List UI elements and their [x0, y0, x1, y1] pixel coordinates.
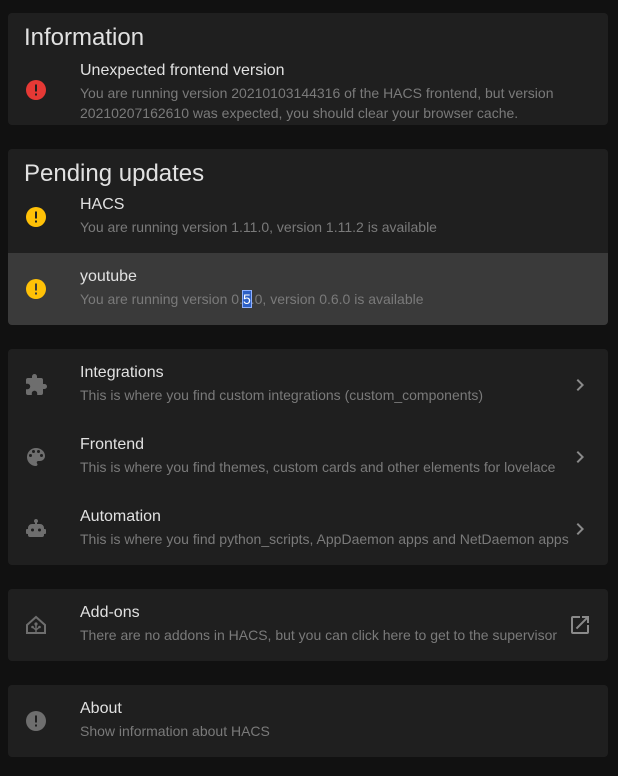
- description-text: You are running version 0.: [80, 291, 243, 307]
- notice-description: You are running version 20210103144316 o…: [80, 85, 554, 121]
- notice-title: Unexpected frontend version: [80, 62, 285, 79]
- pending-item-youtube[interactable]: youtube You are running version 0.5.0, v…: [8, 253, 608, 325]
- category-integrations[interactable]: Integrations This is where you find cust…: [8, 349, 608, 421]
- addons-link[interactable]: Add-ons There are no addons in HACS, but…: [8, 589, 608, 661]
- open-in-new-icon[interactable]: [568, 613, 592, 637]
- pending-item-hacs[interactable]: HACS You are running version 1.11.0, ver…: [8, 181, 608, 253]
- about-link[interactable]: About Show information about HACS: [8, 685, 608, 757]
- alert-circle-icon: [24, 709, 48, 733]
- puzzle-icon: [24, 373, 48, 397]
- description-text: .0, version 0.6.0 is available: [250, 291, 424, 307]
- addons-description: There are no addons in HACS, but you can…: [80, 627, 558, 643]
- addons-title: Add-ons: [80, 604, 140, 621]
- alert-circle-icon: [24, 277, 48, 301]
- about-title: About: [80, 700, 122, 717]
- selected-text: 5: [241, 290, 252, 308]
- pending-item-title: HACS: [80, 196, 125, 213]
- palette-icon: [24, 445, 48, 469]
- robot-icon: [24, 517, 48, 541]
- category-description: This is where you find custom integratio…: [80, 387, 484, 403]
- alert-circle-icon: [24, 78, 48, 102]
- pending-updates-card: Pending updates HACS You are running ver…: [8, 149, 608, 325]
- category-automation[interactable]: Automation This is where you find python…: [8, 493, 608, 565]
- pending-item-title: youtube: [80, 268, 137, 285]
- home-assistant-icon: [24, 613, 48, 637]
- about-card: About Show information about HACS: [8, 685, 608, 757]
- hacs-dashboard: Information Unexpected frontend version …: [0, 0, 618, 776]
- pending-item-description: You are running version 0.5.0, version 0…: [80, 290, 424, 308]
- alert-circle-icon: [24, 205, 48, 229]
- pending-item-description: You are running version 1.11.0, version …: [80, 219, 437, 235]
- about-description: Show information about HACS: [80, 723, 270, 739]
- category-title: Integrations: [80, 364, 164, 381]
- frontend-version-notice[interactable]: Unexpected frontend version You are runn…: [8, 13, 608, 125]
- category-title: Frontend: [80, 436, 145, 453]
- categories-card: Integrations This is where you find cust…: [8, 349, 608, 565]
- chevron-right-icon: [568, 517, 592, 541]
- chevron-right-icon: [568, 445, 592, 469]
- category-frontend[interactable]: Frontend This is where you find themes, …: [8, 421, 608, 493]
- information-card: Information Unexpected frontend version …: [8, 13, 608, 125]
- category-title: Automation: [80, 508, 161, 525]
- chevron-right-icon: [568, 373, 592, 397]
- category-description: This is where you find python_scripts, A…: [80, 531, 569, 547]
- category-description: This is where you find themes, custom ca…: [80, 459, 556, 475]
- addons-card: Add-ons There are no addons in HACS, but…: [8, 589, 608, 661]
